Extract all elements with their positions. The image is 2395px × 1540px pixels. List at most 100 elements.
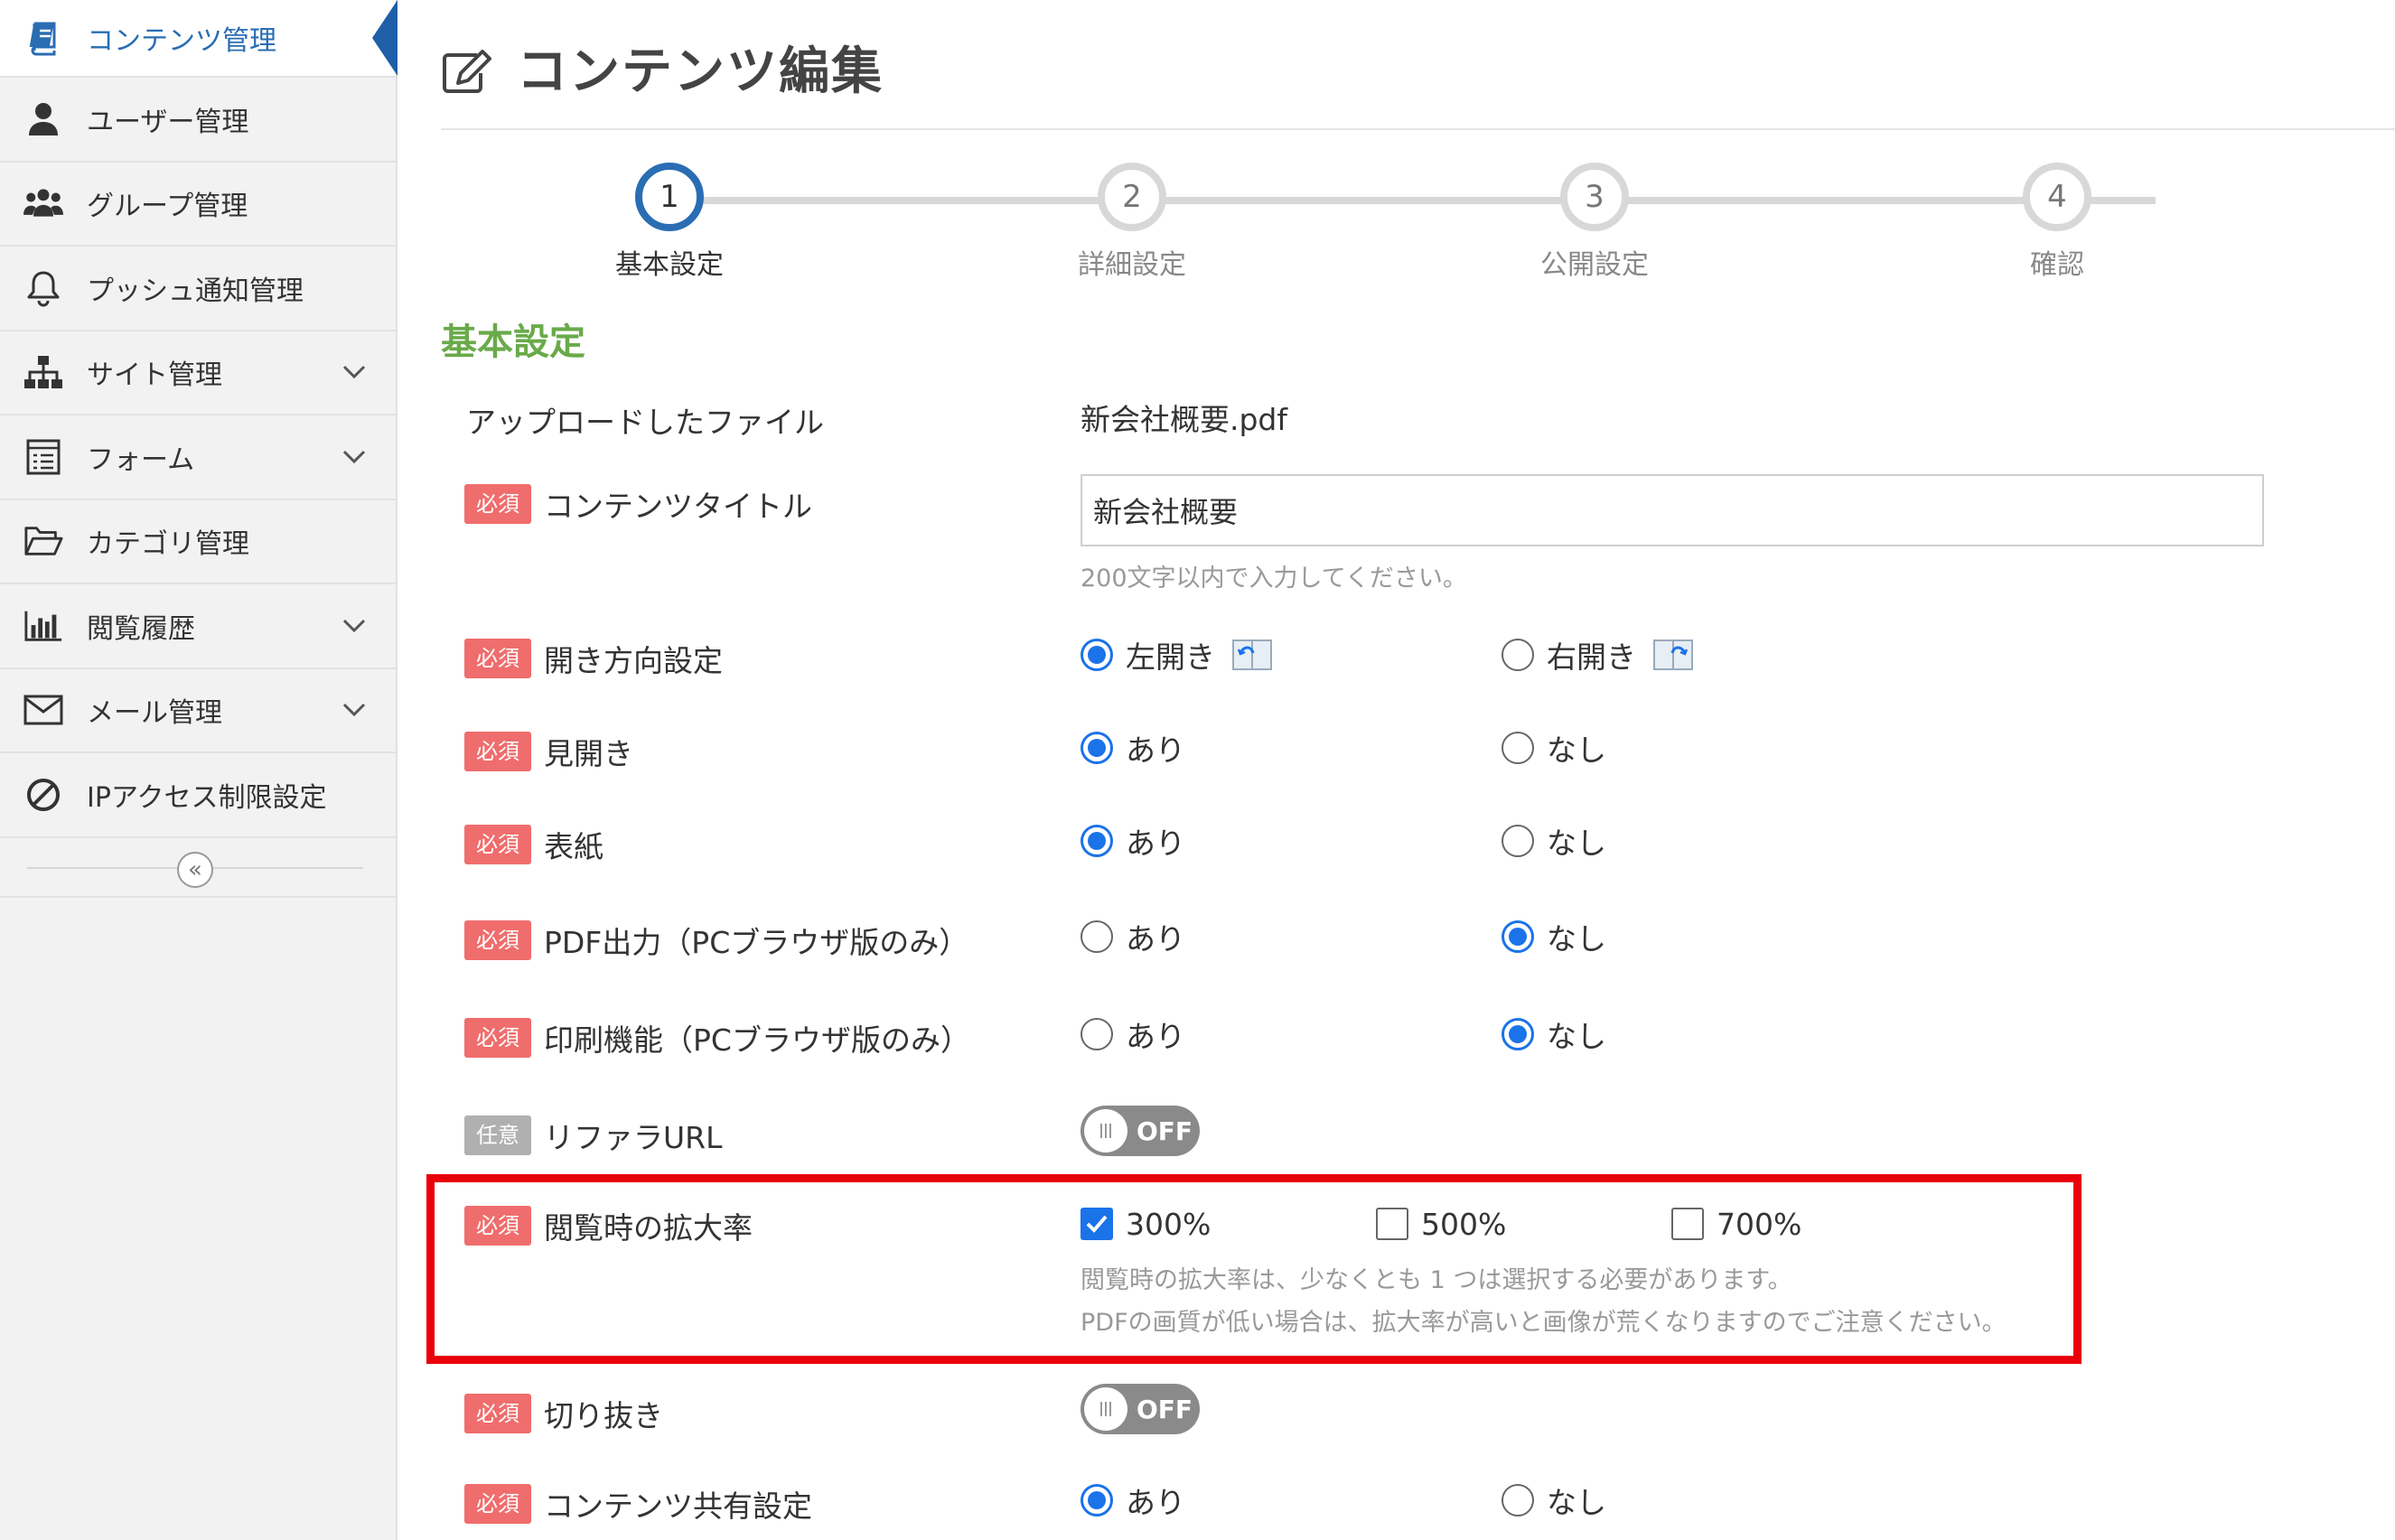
sidebar-item-ip-access-restriction[interactable]: IPアクセス制限設定 <box>0 753 396 838</box>
radio-button[interactable] <box>1502 1484 1534 1517</box>
sidebar-item-push-notification[interactable]: プッシュ通知管理 <box>0 247 396 331</box>
stepper-track <box>696 197 2156 204</box>
radio-button[interactable] <box>1502 732 1534 764</box>
radio-button[interactable] <box>1081 825 1113 857</box>
radio-pdf-output-no[interactable]: なし <box>1502 914 1606 959</box>
sidebar-item-group-management[interactable]: グループ管理 <box>0 163 396 247</box>
field-label-text: 切り抜き <box>544 1398 663 1433</box>
chevron-down-icon[interactable] <box>334 690 374 730</box>
radio-button[interactable] <box>1502 825 1534 857</box>
step-label: 公開設定 <box>1540 249 1649 281</box>
open-left-book-icon <box>1231 637 1273 673</box>
uploaded-file-name: 新会社概要.pdf <box>1081 402 1288 437</box>
form-row-crop: 必須 切り抜き OFF <box>398 1384 2385 1438</box>
field-label-text: 開き方向設定 <box>544 643 723 678</box>
field-label: 必須 コンテンツタイトル <box>464 481 812 527</box>
radio-print-yes[interactable]: あり <box>1081 1012 1185 1057</box>
form-row-cover: 必須 表紙 あり なし <box>398 818 2385 864</box>
sidebar-item-label: グループ管理 <box>87 191 248 223</box>
toggle-knob-icon <box>1084 1387 1127 1431</box>
sidebar-item-content-management[interactable]: コンテンツ管理 <box>0 0 398 78</box>
step-label: 確認 <box>2030 249 2084 281</box>
radio-button[interactable] <box>1081 639 1113 671</box>
step-basic-settings[interactable]: 1 基本設定 <box>579 163 760 282</box>
radio-button[interactable] <box>1502 1018 1534 1050</box>
field-label-text: 表紙 <box>544 829 603 864</box>
crop-toggle[interactable]: OFF <box>1081 1384 1200 1434</box>
radio-label: なし <box>1547 1019 1606 1054</box>
radio-button[interactable] <box>1081 920 1113 953</box>
field-label: 必須 コンテンツ共有設定 <box>464 1481 812 1526</box>
sidebar-item-label: IPアクセス制限設定 <box>87 781 327 814</box>
radio-spread-yes[interactable]: あり <box>1081 725 1185 770</box>
sidebar-item-label: フォーム <box>87 443 195 476</box>
bell-icon <box>23 268 63 308</box>
highlight-annotation <box>426 1174 2082 1364</box>
radio-label: なし <box>1547 733 1606 768</box>
required-badge: 必須 <box>464 484 531 524</box>
step-confirm[interactable]: 4 確認 <box>1967 163 2147 282</box>
radio-button[interactable] <box>1502 639 1534 671</box>
sidebar-item-category-management[interactable]: カテゴリ管理 <box>0 500 396 584</box>
envelope-icon <box>23 690 63 730</box>
bar-chart-icon <box>23 606 63 646</box>
radio-button[interactable] <box>1081 1484 1113 1517</box>
book-icon <box>23 18 63 58</box>
radio-print-no[interactable]: なし <box>1502 1012 1606 1057</box>
radio-button[interactable] <box>1502 920 1534 953</box>
radio-button[interactable] <box>1081 1018 1113 1050</box>
field-label: 必須 表紙 <box>464 822 603 867</box>
radio-label: あり <box>1126 1019 1185 1054</box>
form-row-referrer-url: 任意 リファラURL OFF <box>398 1106 2385 1160</box>
help-text: 200文字以内で入力してください。 <box>1081 565 1467 593</box>
sidebar: コンテンツ管理 ユーザー管理 グループ管理 プッシュ通知管理 サイト管理 フォー… <box>0 0 398 1540</box>
chevron-down-icon[interactable] <box>334 352 374 392</box>
toggle-state: OFF <box>1137 1394 1193 1424</box>
radio-cover-yes[interactable]: あり <box>1081 818 1185 863</box>
required-badge: 必須 <box>464 825 531 864</box>
sidebar-item-label: メール管理 <box>87 697 222 730</box>
required-badge: 必須 <box>464 920 531 960</box>
section-title: 基本設定 <box>441 322 585 363</box>
field-label-text: コンテンツ共有設定 <box>544 1489 812 1524</box>
sidebar-item-label: プッシュ通知管理 <box>87 275 304 307</box>
sidebar-item-form[interactable]: フォーム <box>0 415 396 500</box>
radio-label: 左開き <box>1126 639 1215 675</box>
toggle-state: OFF <box>1137 1115 1193 1146</box>
step-number: 2 <box>1098 163 1166 231</box>
required-badge: 必須 <box>464 1484 531 1524</box>
sidebar-item-site-management[interactable]: サイト管理 <box>0 331 396 415</box>
step-detail-settings[interactable]: 2 詳細設定 <box>1042 163 1222 282</box>
form-row-open-direction: 必須 開き方向設定 左開き 右開き <box>398 632 2385 678</box>
field-label-text: 見開き <box>544 736 633 771</box>
sidebar-item-user-management[interactable]: ユーザー管理 <box>0 78 396 163</box>
step-publish-settings[interactable]: 3 公開設定 <box>1504 163 1685 282</box>
referrer-url-toggle[interactable]: OFF <box>1081 1106 1200 1156</box>
required-badge: 必須 <box>464 1018 531 1058</box>
radio-label: あり <box>1126 921 1185 957</box>
folder-open-icon <box>23 521 63 561</box>
radio-pdf-output-yes[interactable]: あり <box>1081 914 1185 959</box>
radio-content-share-yes[interactable]: あり <box>1081 1478 1185 1523</box>
radio-open-left[interactable]: 左開き <box>1081 632 1273 677</box>
radio-button[interactable] <box>1081 732 1113 764</box>
form-row-uploaded-file: アップロードしたファイル 新会社概要.pdf <box>398 397 2385 443</box>
collapse-sidebar-button[interactable]: « <box>177 851 213 888</box>
radio-open-right[interactable]: 右開き <box>1502 632 1694 677</box>
sidebar-item-view-history[interactable]: 閲覧履歴 <box>0 584 396 669</box>
sidebar-item-mail-management[interactable]: メール管理 <box>0 669 396 753</box>
field-label: 必須 見開き <box>464 729 633 774</box>
field-label-text: コンテンツタイトル <box>544 489 812 524</box>
radio-label: なし <box>1547 1485 1606 1520</box>
form-row-spread: 必須 見開き あり なし <box>398 725 2385 771</box>
users-icon <box>23 183 63 223</box>
user-icon <box>23 99 63 139</box>
chevron-down-icon[interactable] <box>334 606 374 646</box>
radio-label: なし <box>1547 826 1606 861</box>
chevron-down-icon[interactable] <box>334 437 374 477</box>
radio-cover-no[interactable]: なし <box>1502 818 1606 863</box>
step-number: 4 <box>2023 163 2091 231</box>
radio-spread-no[interactable]: なし <box>1502 725 1606 770</box>
content-title-input[interactable] <box>1081 474 2264 546</box>
radio-content-share-no[interactable]: なし <box>1502 1478 1606 1523</box>
